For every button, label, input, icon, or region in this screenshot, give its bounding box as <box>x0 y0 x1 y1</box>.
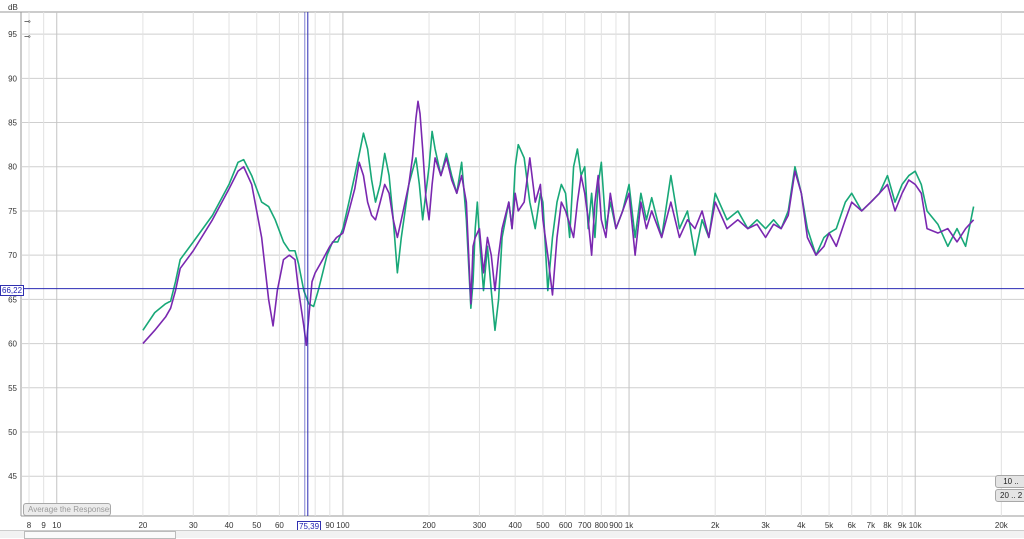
x-tick-label: 600 <box>559 521 573 530</box>
x-tick-label: 2k <box>711 521 720 530</box>
pin-icon[interactable]: ⊸ <box>24 32 31 41</box>
x-tick-label: 300 <box>473 521 487 530</box>
x-tick-label: 20k <box>995 521 1009 530</box>
range-20-button[interactable]: 20 .. 2 <box>995 489 1024 502</box>
x-tick-label: 60 <box>275 521 284 530</box>
x-tick-label: 1k <box>625 521 634 530</box>
range-10-button[interactable]: 10 .. <box>995 475 1024 488</box>
y-tick-label: 45 <box>8 472 17 481</box>
x-tick-label: 8 <box>27 521 32 530</box>
pin-icon[interactable]: ⊸ <box>24 17 31 26</box>
x-tick-label: 30 <box>189 521 198 530</box>
y-tick-label: 75 <box>8 207 17 216</box>
x-tick-label: 5k <box>825 521 834 530</box>
x-tick-label: 500 <box>536 521 550 530</box>
y-tick-label: 95 <box>8 30 17 39</box>
x-tick-label: 200 <box>422 521 436 530</box>
x-tick-label: 9 <box>41 521 46 530</box>
x-tick-label: 700 <box>578 521 592 530</box>
x-tick-label: 800 <box>595 521 609 530</box>
y-axis-unit-label: dB <box>8 3 18 12</box>
y-tick-label: 90 <box>8 74 17 83</box>
y-tick-label: 50 <box>8 428 17 437</box>
y-tick-label: 85 <box>8 119 17 128</box>
x-tick-label: 20 <box>138 521 147 530</box>
frequency-response-chart[interactable]: 4550556065707580859095 8 9 10 20 30 40 50 60 90 1… <box>0 0 1024 537</box>
x-tick-label: 4k <box>797 521 806 530</box>
x-tick-label: 400 <box>509 521 523 530</box>
x-tick-label: 7k <box>867 521 876 530</box>
y-tick-label: 80 <box>8 163 17 172</box>
y-tick-label: 70 <box>8 251 17 260</box>
x-tick-label: 50 <box>252 521 261 530</box>
y-tick-label: 65 <box>8 295 17 304</box>
y-tick-label: 60 <box>8 340 17 349</box>
average-responses-button[interactable]: Average the Responses <box>23 503 111 516</box>
x-tick-label: 10k <box>909 521 923 530</box>
scrollbar-thumb[interactable] <box>24 531 176 539</box>
x-tick-label: 3k <box>761 521 770 530</box>
x-tick-label: 900 <box>609 521 623 530</box>
x-tick-label: 90 <box>325 521 334 530</box>
x-tick-label: 8k <box>883 521 892 530</box>
x-tick-label: 9k <box>898 521 907 530</box>
x-tick-label: 6k <box>847 521 856 530</box>
cursor-db-readout: 66,22 <box>0 285 25 296</box>
x-tick-label: 40 <box>225 521 234 530</box>
x-tick-label: 100 <box>336 521 350 530</box>
x-tick-label: 10 <box>52 521 61 530</box>
y-tick-label: 55 <box>8 384 17 393</box>
